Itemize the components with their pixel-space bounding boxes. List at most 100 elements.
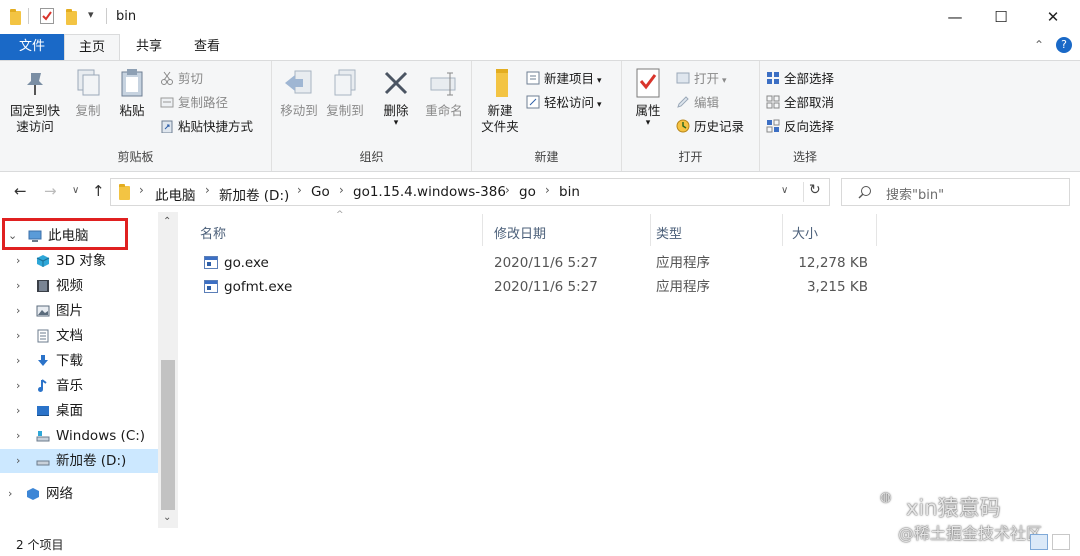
close-button[interactable]: ✕ <box>1030 0 1076 34</box>
breadcrumb-chevron-icon[interactable]: › <box>205 183 210 197</box>
nav-label: 下载 <box>56 353 83 369</box>
breadcrumb-go-sub[interactable]: go <box>519 184 536 200</box>
expand-chevron-icon[interactable]: › <box>16 449 20 473</box>
rename-button[interactable]: 重命名 <box>420 67 468 119</box>
expand-chevron-icon[interactable]: › <box>8 482 12 506</box>
large-icons-view-icon[interactable] <box>1052 534 1070 550</box>
column-divider[interactable] <box>876 214 877 246</box>
breadcrumb-drive-d[interactable]: 新加卷 (D:) <box>219 184 289 204</box>
breadcrumb-chevron-icon[interactable]: › <box>139 183 144 197</box>
nav-item-downloads[interactable]: › 下载 <box>0 349 158 373</box>
open-button[interactable]: 打开 ▾ <box>676 69 727 89</box>
copy-to-button[interactable]: 复制到 <box>322 67 368 119</box>
file-row[interactable]: gofmt.exe 2020/11/6 5:27 应用程序 3,215 KB <box>196 275 876 299</box>
up-arrow-icon[interactable]: ↑ <box>92 182 105 200</box>
history-button[interactable]: 历史记录 <box>676 117 744 137</box>
expand-chevron-icon[interactable]: › <box>16 274 20 298</box>
paste-button[interactable]: 粘贴 <box>110 67 154 119</box>
expand-chevron-icon[interactable]: › <box>16 374 20 398</box>
column-divider[interactable] <box>650 214 651 246</box>
address-divider <box>803 182 804 202</box>
recent-locations-icon[interactable]: ∨ <box>72 185 79 196</box>
column-header-name[interactable]: 名称 <box>200 223 226 242</box>
search-box[interactable]: 搜索"bin" <box>841 178 1070 206</box>
properties-qa-icon[interactable] <box>40 8 54 24</box>
expand-chevron-icon[interactable]: › <box>16 349 20 373</box>
maximize-button[interactable]: ☐ <box>978 0 1024 34</box>
status-bar: 2 个项目 <box>0 530 1080 556</box>
scroll-down-icon[interactable]: ⌄ <box>163 512 171 523</box>
new-folder-qa-icon[interactable] <box>66 9 77 25</box>
paste-shortcut-button[interactable]: 粘贴快捷方式 <box>160 117 253 137</box>
column-divider[interactable] <box>482 214 483 246</box>
nav-item-music[interactable]: › 音乐 <box>0 374 158 398</box>
minimize-button[interactable]: — <box>932 0 978 34</box>
breadcrumb-chevron-icon[interactable]: › <box>545 183 550 197</box>
column-header-size[interactable]: 大小 <box>792 223 818 242</box>
expand-chevron-icon[interactable]: › <box>16 324 20 348</box>
file-row[interactable]: go.exe 2020/11/6 5:27 应用程序 12,278 KB <box>196 251 876 275</box>
select-none-label: 全部取消 <box>784 95 835 110</box>
invert-selection-button[interactable]: 反向选择 <box>766 117 834 137</box>
breadcrumb-go[interactable]: Go <box>311 184 330 200</box>
properties-dropdown-icon[interactable]: ▾ <box>626 119 670 128</box>
nav-scrollbar[interactable]: ⌃ ⌄ <box>158 212 178 528</box>
new-item-dropdown-icon[interactable]: ▾ <box>597 76 602 86</box>
delete-button[interactable]: 删除 ▾ <box>374 67 418 128</box>
breadcrumb-chevron-icon[interactable]: › <box>339 183 344 197</box>
qa-dropdown-icon[interactable]: ▾ <box>88 8 94 21</box>
forward-arrow-icon[interactable]: → <box>44 182 57 200</box>
search-icon <box>858 186 871 199</box>
nav-item-video[interactable]: › 视频 <box>0 274 158 298</box>
properties-button[interactable]: 属性 ▾ <box>626 67 670 128</box>
open-icon <box>676 71 690 85</box>
easy-access-button[interactable]: 轻松访问 ▾ <box>526 93 602 113</box>
nav-item-drive-d[interactable]: › 新加卷 (D:) <box>0 449 158 473</box>
tab-home[interactable]: 主页 <box>64 34 120 60</box>
delete-dropdown-icon[interactable]: ▾ <box>374 119 418 128</box>
column-header-type[interactable]: 类型 <box>656 223 682 242</box>
tab-file[interactable]: 文件 <box>0 34 64 60</box>
edit-button[interactable]: 编辑 <box>676 93 719 113</box>
breadcrumb-this-pc[interactable]: 此电脑 <box>155 184 196 204</box>
expand-chevron-icon[interactable]: › <box>16 399 20 423</box>
nav-item-documents[interactable]: › 文档 <box>0 324 158 348</box>
column-divider[interactable] <box>782 214 783 246</box>
details-view-icon[interactable] <box>1030 534 1048 550</box>
breadcrumb-chevron-icon[interactable]: › <box>297 183 302 197</box>
help-icon[interactable]: ? <box>1056 37 1072 53</box>
column-header-modified[interactable]: 修改日期 <box>494 223 546 242</box>
breadcrumb-go-version[interactable]: go1.15.4.windows-386 <box>353 184 506 200</box>
move-to-button[interactable]: 移动到 <box>276 67 322 119</box>
expand-chevron-icon[interactable]: › <box>16 299 20 323</box>
tab-share[interactable]: 共享 <box>124 34 174 60</box>
select-all-button[interactable]: 全部选择 <box>766 69 834 89</box>
address-history-dropdown-icon[interactable]: ∨ <box>781 185 788 196</box>
scroll-thumb[interactable] <box>161 360 175 510</box>
collapse-ribbon-icon[interactable]: ⌃ <box>1034 38 1044 52</box>
breadcrumb-bin[interactable]: bin <box>559 184 580 200</box>
pin-quick-access-button[interactable]: 固定到快 速访问 <box>4 67 66 135</box>
new-item-button[interactable]: 新建项目 ▾ <box>526 69 602 89</box>
open-dropdown-icon[interactable]: ▾ <box>722 76 727 86</box>
copy-path-button[interactable]: 复制路径 <box>160 93 228 113</box>
cut-button[interactable]: 剪切 <box>160 69 203 89</box>
nav-item-pictures[interactable]: › 图片 <box>0 299 158 323</box>
easy-access-dropdown-icon[interactable]: ▾ <box>597 100 602 110</box>
tab-view[interactable]: 查看 <box>180 34 234 60</box>
expand-chevron-icon[interactable]: › <box>16 249 20 273</box>
select-none-button[interactable]: 全部取消 <box>766 93 834 113</box>
nav-item-3d-objects[interactable]: › 3D 对象 <box>0 249 158 273</box>
address-bar[interactable]: › 此电脑 › 新加卷 (D:) › Go › go1.15.4.windows… <box>110 178 830 206</box>
scroll-up-icon[interactable]: ⌃ <box>163 216 171 227</box>
search-placeholder[interactable]: 搜索"bin" <box>886 184 944 203</box>
breadcrumb-chevron-icon[interactable]: › <box>505 183 510 197</box>
copy-button[interactable]: 复制 <box>66 67 110 119</box>
expand-chevron-icon[interactable]: › <box>16 424 20 448</box>
back-arrow-icon[interactable]: ← <box>14 182 27 200</box>
nav-item-network[interactable]: › 网络 <box>0 482 158 506</box>
refresh-icon[interactable]: ↻ <box>809 182 821 198</box>
nav-item-drive-c[interactable]: › Windows (C:) <box>0 424 158 448</box>
new-folder-button[interactable]: 新建 文件夹 <box>476 67 524 135</box>
nav-item-desktop[interactable]: › 桌面 <box>0 399 158 423</box>
